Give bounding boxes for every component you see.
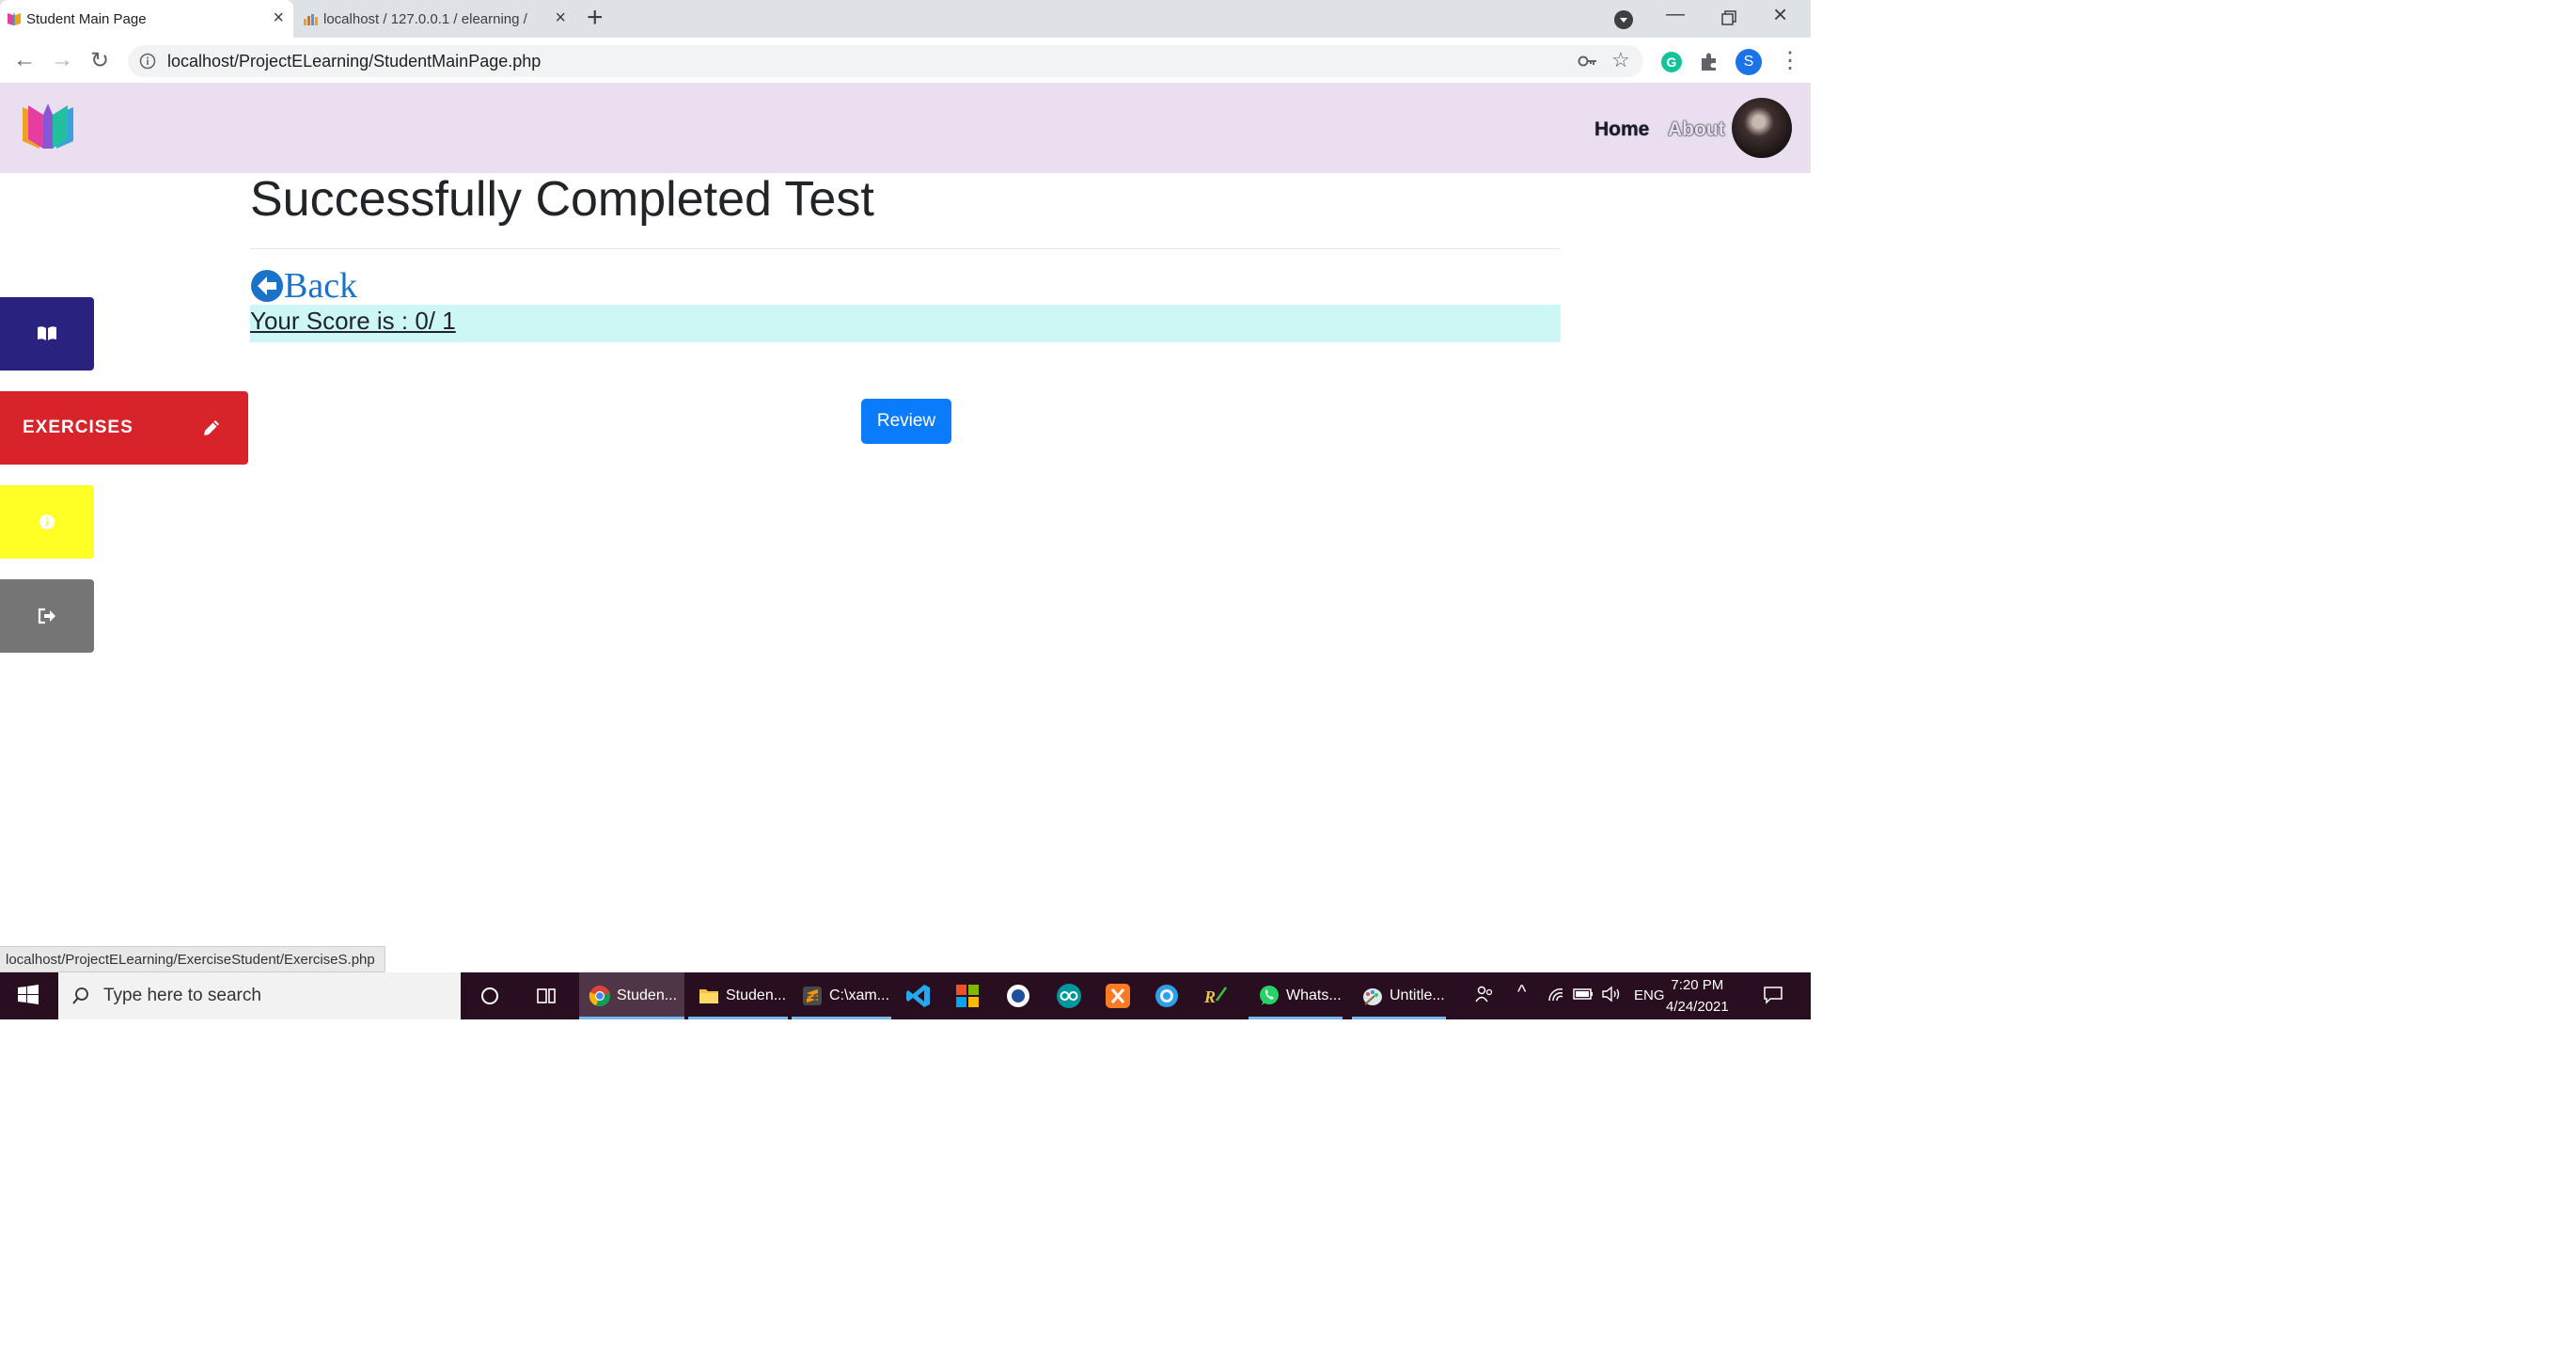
battery-icon[interactable] [1572,984,1594,1004]
page-title: Successfully Completed Test [250,172,874,227]
address-bar[interactable]: localhost/ProjectELearning/StudentMainPa… [128,45,1643,77]
info-icon [39,514,55,529]
svg-text:R: R [1203,987,1216,1006]
task-view-icon[interactable] [532,982,560,1010]
close-window-icon[interactable]: × [1773,0,1787,29]
back-label: Back [284,266,358,306]
book-icon [38,326,56,340]
sidebar-item-label: EXERCISES [23,418,134,437]
sidebar-item-exercises[interactable]: EXERCISES [0,391,248,465]
minimize-icon[interactable]: — [1666,4,1685,25]
people-icon[interactable] [1474,984,1495,1004]
chrome-icon [589,986,610,1007]
bookmark-star-icon[interactable]: ☆ [1611,48,1630,72]
link-status-bar: localhost/ProjectELearning/ExerciseStude… [0,946,385,972]
back-arrow-icon[interactable]: ← [13,47,36,73]
taskbar-app-explorer[interactable]: Studen... [688,972,788,1019]
taskbar-app-chrome[interactable]: Studen... [579,972,684,1019]
taskbar-app-label: Studen... [617,987,678,1003]
language-indicator[interactable]: ENG [1634,987,1665,1003]
taskbar-app-sublime[interactable]: C:\xam... [792,972,891,1019]
tab-close-icon[interactable]: × [273,8,284,29]
app-globe-icon[interactable] [1153,982,1181,1010]
restore-icon[interactable] [1720,9,1737,26]
site-logo-book-icon[interactable] [19,100,77,152]
tab-search-icon[interactable] [1613,9,1634,30]
title-divider [250,248,1561,249]
wifi-icon[interactable] [1546,984,1566,1004]
menu-kebab-icon[interactable]: ⋮ [1779,47,1801,74]
windows-store-icon[interactable] [953,982,982,1010]
cortana-icon[interactable] [476,982,504,1010]
show-hidden-icons-chevron-icon[interactable]: ^ [1517,982,1526,1003]
review-button[interactable]: Review [861,399,951,444]
clock-date: 4/24/2021 [1666,999,1729,1015]
nav-link-about[interactable]: About [1668,118,1725,141]
sidebar-item-courses[interactable] [0,297,94,371]
back-link[interactable]: Back [250,265,357,307]
arduino-icon[interactable] [1055,982,1083,1010]
tab-student-main-page[interactable]: Student Main Page × [0,0,293,38]
reload-icon[interactable]: ↻ [90,47,109,74]
taskbar-app-label: Whats... [1286,987,1342,1003]
xampp-icon[interactable] [1104,982,1132,1010]
taskbar-app-label: Untitle... [1390,987,1445,1003]
notifications-icon[interactable] [1762,984,1784,1006]
taskbar-clock[interactable]: 7:20 PM 4/24/2021 [1666,974,1729,1018]
volume-icon[interactable] [1600,984,1623,1004]
forward-arrow-icon[interactable]: → [51,47,73,73]
new-tab-button[interactable]: + [587,2,604,34]
tab-close-icon[interactable]: × [555,8,566,29]
search-icon [72,987,88,1004]
status-url: localhost/ProjectELearning/ExerciseStude… [6,951,375,968]
pencil-icon [204,420,219,435]
key-icon[interactable] [1578,54,1598,69]
taskbar-app-paint[interactable]: Untitle... [1352,972,1446,1019]
grammarly-icon[interactable]: G [1660,51,1683,73]
score-text[interactable]: Your Score is : 0/ 1 [250,307,456,336]
tab-title: Student Main Page [26,10,147,27]
taskbar-search-box[interactable]: Type here to search [58,972,461,1019]
tab-title: localhost / 127.0.0.1 / elearning / [323,10,527,27]
book-logo-icon [8,12,21,25]
vscode-icon[interactable] [904,982,933,1010]
svg-text:G: G [1667,55,1677,70]
search-placeholder: Type here to search [103,986,261,1005]
tab-phpmyadmin[interactable]: localhost / 127.0.0.1 / elearning / × [297,0,575,38]
extensions-puzzle-icon[interactable] [1698,51,1720,73]
sidebar-item-logout[interactable] [0,579,94,653]
taskbar-app-label: C:\xam... [829,987,890,1003]
info-circle-icon[interactable] [139,53,156,70]
app-circle-icon[interactable] [1004,982,1032,1010]
site-navbar [0,83,1811,173]
nav-link-home[interactable]: Home [1594,118,1649,141]
sign-out-icon [38,608,55,624]
taskbar-app-label: Studen... [726,987,787,1003]
windows-start-icon[interactable] [17,984,39,1006]
sidebar-item-info[interactable] [0,485,94,559]
clock-time: 7:20 PM [1671,977,1724,993]
profile-avatar-button[interactable]: S [1736,49,1762,75]
whatsapp-icon [1260,986,1279,1005]
url-text: localhost/ProjectELearning/StudentMainPa… [167,51,542,71]
user-avatar[interactable] [1732,98,1792,158]
arrow-circle-left-icon [251,270,283,302]
sublime-text-icon [803,987,822,1005]
file-explorer-icon [699,989,718,1003]
r-app-icon[interactable]: R [1202,982,1230,1010]
profile-initial: S [1743,54,1754,70]
paint-icon [1363,988,1382,1005]
phpmyadmin-icon [304,14,318,25]
taskbar-app-whatsapp[interactable]: Whats... [1249,972,1343,1019]
